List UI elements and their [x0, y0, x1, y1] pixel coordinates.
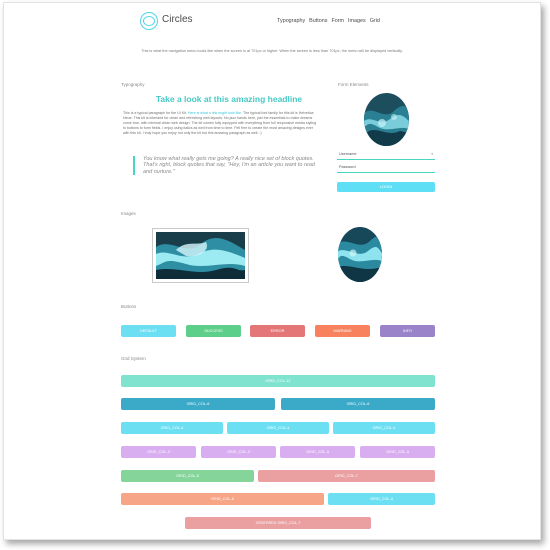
- section-title-typography: Typography: [121, 82, 145, 87]
- framed-image: [152, 228, 249, 283]
- brand-name[interactable]: Circles: [162, 14, 193, 25]
- grid-col-3: GRID_COL-3: [360, 446, 435, 458]
- nav-images[interactable]: Images: [348, 18, 366, 24]
- paragraph-link[interactable]: Here is what a link might look like.: [188, 111, 242, 115]
- headline: Take a look at this amazing headline: [155, 94, 303, 104]
- grid-col-8: GRID_COL-8: [121, 493, 324, 505]
- circles-logo-icon[interactable]: [140, 12, 160, 32]
- grid-col-3: GRID_COL-3: [201, 446, 276, 458]
- info-button[interactable]: INFO: [380, 325, 435, 337]
- default-button[interactable]: DEFAULT: [121, 325, 176, 337]
- nav-typography[interactable]: Typography: [277, 18, 305, 24]
- password-field[interactable]: Password: [337, 163, 435, 173]
- error-button[interactable]: ERROR: [250, 325, 305, 337]
- grid-col-4: GRID_COL-4: [227, 422, 329, 434]
- paragraph: This is a typical paragraph for the UI K…: [123, 111, 317, 136]
- grid-col-6: GRID_COL-6: [281, 398, 435, 410]
- grid-col-7: GRID_COL-7: [258, 470, 435, 482]
- nav-buttons[interactable]: Buttons: [309, 18, 327, 24]
- login-button[interactable]: LOGIN: [337, 182, 435, 192]
- warning-button[interactable]: WARNING: [315, 325, 370, 337]
- nav-note: This is what the navigation menu looks l…: [141, 49, 403, 53]
- grid-col-3: GRID_COL-3: [280, 446, 355, 458]
- username-placeholder: Username: [339, 152, 357, 156]
- chevron-down-icon: ▾: [431, 152, 433, 156]
- grid-centered-col-7: CENTERED GRID_COL-7: [185, 517, 371, 529]
- section-title-buttons: Buttons: [121, 304, 137, 309]
- grid-col-4: GRID_COL-4: [333, 422, 435, 434]
- section-title-grid: Grid System: [121, 356, 146, 361]
- grid-col-5: GRID_COL-5: [121, 470, 254, 482]
- grid-col-4: GRID_COL-4: [121, 422, 223, 434]
- section-title-form: Form Elements: [338, 82, 369, 87]
- blockquote: You know what really gets me going? A re…: [133, 156, 323, 175]
- username-field[interactable]: Username ▾: [337, 150, 435, 160]
- success-button[interactable]: SUCCESS: [186, 325, 241, 337]
- nav-grid[interactable]: Grid: [370, 18, 380, 24]
- main-nav: Typography Buttons Form Images Grid: [277, 18, 380, 24]
- oval-image: [338, 227, 382, 282]
- grid-col-12: GRID_COL-12: [121, 375, 435, 387]
- password-placeholder: Password: [339, 165, 356, 169]
- grid-col-6: GRID_COL-6: [121, 398, 275, 410]
- section-title-images: Images: [121, 211, 136, 216]
- grid-col-4: GRID_COL-4: [328, 493, 435, 505]
- form-wave-photo: [364, 93, 409, 146]
- paragraph-start: This is a typical paragraph for the UI K…: [123, 111, 187, 115]
- nav-form[interactable]: Form: [331, 18, 344, 24]
- page: Circles Typography Buttons Form Images G…: [3, 2, 541, 540]
- grid-col-3: GRID_COL-3: [121, 446, 196, 458]
